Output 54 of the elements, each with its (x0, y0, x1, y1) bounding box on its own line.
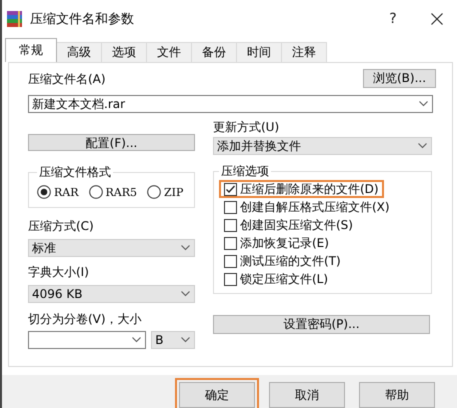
radio-button[interactable] (88, 185, 103, 199)
checkbox[interactable] (224, 182, 237, 196)
checkbox-label: 锁定压缩文件(L) (240, 270, 328, 288)
checkbox[interactable] (224, 254, 237, 268)
archive-name-field[interactable]: 新建文本文档.rar (28, 95, 433, 113)
dialog-button[interactable]: 确定 (179, 382, 255, 408)
checkbox[interactable] (224, 236, 237, 250)
checkbox-label: 创建自解压格式压缩文件(X) (240, 198, 390, 216)
radio-label: RAR5 (106, 186, 138, 198)
browse-button[interactable]: 浏览(B)... (363, 69, 436, 88)
checkbox-label: 压缩后删除原来的文件(D) (240, 180, 379, 198)
field-label: 更新方式(U) (213, 119, 280, 136)
field-label: 压缩方式(C) (28, 218, 95, 235)
dictionary-size-dropdown[interactable]: 4096 KB (28, 285, 195, 303)
chevron-down-icon (181, 245, 190, 251)
split-size-field[interactable] (28, 331, 146, 349)
radio-label: RAR (54, 186, 79, 198)
set-password-button[interactable]: 设置密码(P)... (213, 315, 430, 334)
checkbox-label: 测试压缩的文件(T) (240, 252, 341, 270)
profiles-button[interactable]: 配置(F)... (28, 134, 195, 151)
chevron-down-icon (181, 337, 190, 343)
book-stack-icon (6, 10, 24, 28)
chevron-down-icon (181, 291, 190, 297)
tab[interactable]: 时间 (236, 42, 282, 62)
radio-button[interactable] (147, 185, 162, 199)
tab[interactable]: 常规 (5, 38, 57, 62)
close-icon[interactable] (431, 13, 443, 25)
update-mode-dropdown[interactable]: 添加并替换文件 (213, 137, 432, 155)
checkbox[interactable] (224, 218, 237, 232)
field-label: 切分为分卷(V)，大小 (28, 311, 143, 328)
checkbox[interactable] (224, 200, 237, 214)
help-button[interactable]: ? (383, 11, 403, 27)
tab[interactable]: 选项 (101, 42, 147, 62)
chevron-down-icon (132, 337, 142, 343)
tab[interactable]: 备份 (191, 42, 237, 62)
tab[interactable]: 高级 (56, 42, 102, 62)
tab[interactable]: 注释 (281, 42, 327, 62)
window-title: 压缩文件名和参数 (30, 11, 135, 28)
chevron-down-icon (418, 143, 427, 149)
checkbox-label: 添加恢复记录(E) (240, 234, 329, 252)
dialog-button[interactable]: 帮助 (359, 382, 435, 408)
field-label: 压缩文件名(A) (28, 71, 106, 88)
checkbox-label: 创建固实压缩文件(S) (240, 216, 353, 234)
radio-label: ZIP (164, 186, 184, 198)
radio-button[interactable] (37, 185, 51, 199)
tab[interactable]: 文件 (146, 42, 192, 62)
split-unit-dropdown[interactable]: B (151, 331, 195, 349)
chevron-down-icon (419, 101, 428, 107)
dialog-button[interactable]: 取消 (269, 382, 345, 408)
compression-method-dropdown[interactable]: 标准 (28, 239, 195, 257)
group-title: 压缩文件格式 (38, 164, 112, 181)
field-label: 字典大小(I) (28, 264, 90, 281)
checkbox[interactable] (224, 272, 237, 286)
group-title: 压缩选项 (220, 163, 270, 180)
